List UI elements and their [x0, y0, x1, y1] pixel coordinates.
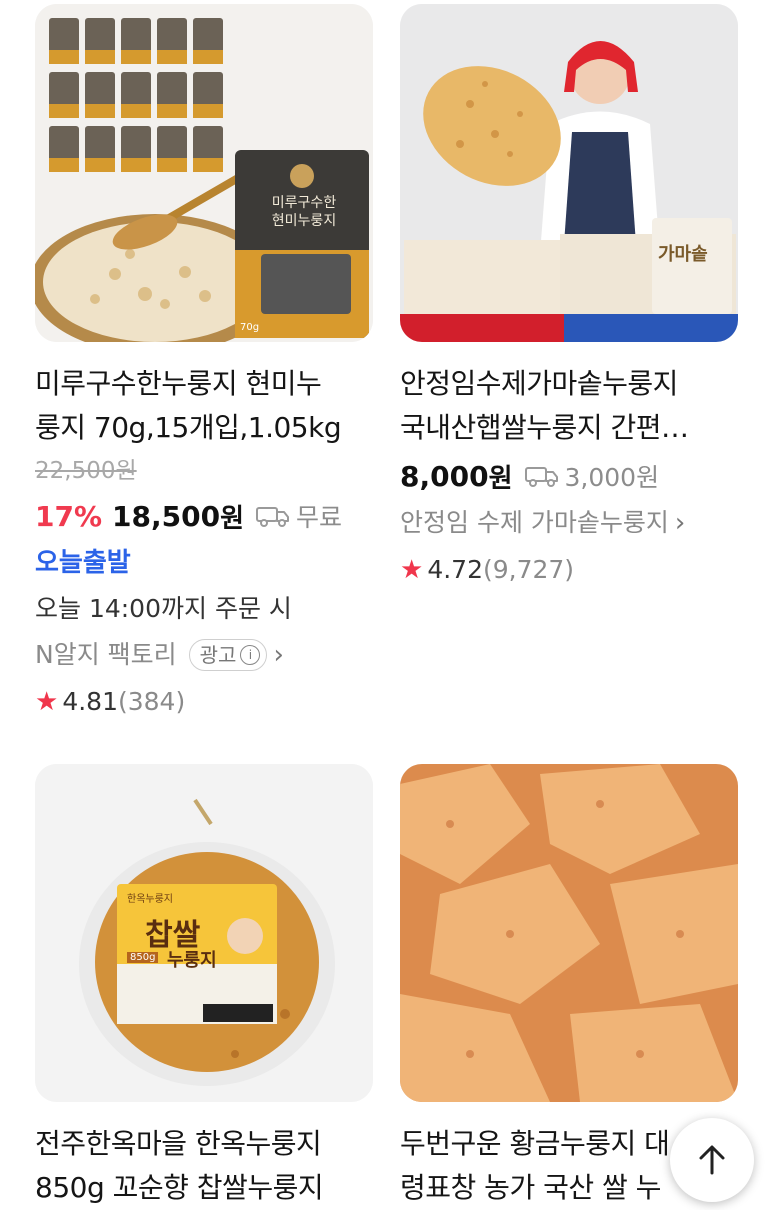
product-card[interactable]: 가마솥 안정임수제가마솥누룽지 국내산햅쌀누룽지 간편… 8,000 원 3,00… [400, 4, 738, 594]
star-icon: ★ [35, 687, 59, 717]
delivery-cutoff: 오늘 14:00까지 주문 시 [35, 594, 292, 623]
seller-name: 안정임 수제 가마솥누룽지 [400, 508, 669, 537]
product-image[interactable]: 한옥누룽지 찹쌀 누룽지 850g [35, 764, 373, 1102]
product-card[interactable]: 한옥누룽지 찹쌀 누룽지 850g 전주한옥마을 한옥누룽지 850g 꼬순향 … [35, 764, 373, 1210]
product-image[interactable]: 미루구수한 현미누룽지 70g [35, 4, 373, 342]
truck-icon [524, 467, 558, 487]
star-icon: ★ [400, 555, 424, 585]
chevron-right-icon: › [273, 640, 284, 670]
seller-link[interactable]: 안정임 수제 가마솥누룽지 › [400, 500, 738, 546]
product-image-art [35, 4, 373, 342]
today-shipping-badge: 오늘출발 [35, 548, 131, 578]
seller-name: N알지 팩토리 [35, 640, 177, 669]
arrow-up-icon [699, 1145, 725, 1175]
rating: ★ 4.81 (384) [35, 678, 373, 726]
product-title-line: 안정임수제가마솥누룽지 [400, 367, 678, 400]
package-weight: 850g [127, 952, 159, 963]
price-row: 8,000 원 3,000원 [400, 452, 738, 500]
product-image-art [35, 764, 373, 1102]
review-count: (384) [117, 687, 186, 716]
seller-link[interactable]: N알지 팩토리 광고 i › [35, 632, 373, 678]
ad-label: 광고 [199, 643, 237, 667]
product-card[interactable]: 미루구수한 현미누룽지 70g 미루구수한누룽지 현미누 룽지 70g,15개입… [35, 4, 373, 726]
product-image-art [400, 4, 738, 342]
product-image-art [400, 764, 738, 1102]
rating-score: 4.72 [427, 555, 483, 584]
chevron-right-icon: › [674, 508, 686, 538]
rating: ★ 4.72 (9,727) [400, 546, 738, 594]
product-title[interactable]: 전주한옥마을 한옥누룽지 850g 꼬순향 찹쌀누룽지 [35, 1122, 373, 1210]
product-title-line: 850g 꼬순향 찹쌀누룽지 [35, 1171, 324, 1204]
package-brand: 한옥누룽지 [127, 894, 173, 905]
currency-label: 원 [220, 503, 245, 534]
shipping-fee: 3,000원 [564, 463, 660, 492]
package-label: 현미누룽지 [271, 213, 337, 229]
product-image[interactable]: 가마솥 [400, 4, 738, 342]
rating-score: 4.81 [62, 687, 118, 716]
shipping-info: 3,000원 [524, 458, 660, 494]
package-label: 누룽지 [167, 950, 217, 971]
original-price: 22,500원 [35, 458, 137, 484]
package-label: 미루구수한 [271, 195, 337, 211]
package-weight: 70g [240, 322, 260, 333]
review-count: (9,727) [482, 555, 575, 584]
discount-rate: 17% [35, 499, 103, 533]
shipping-info: 무료 [256, 498, 342, 534]
product-image[interactable] [400, 764, 738, 1102]
truck-icon [256, 507, 290, 527]
shipping-fee: 무료 [296, 503, 343, 532]
currency-label: 원 [488, 463, 513, 494]
package-label: 가마솥 [658, 244, 708, 265]
ad-badge[interactable]: 광고 i [188, 639, 268, 671]
sale-price: 18,500 [112, 499, 221, 533]
info-icon: i [240, 645, 261, 665]
scroll-top-button[interactable] [670, 1118, 754, 1202]
product-title-line: 국내산햅쌀누룽지 간편… [400, 411, 689, 444]
sale-price: 8,000 [400, 459, 489, 493]
product-title[interactable]: 안정임수제가마솥누룽지 국내산햅쌀누룽지 간편… [400, 362, 738, 450]
product-title[interactable]: 미루구수한누룽지 현미누 룽지 70g,15개입,1.05kg [35, 362, 373, 450]
product-title-line: 미루구수한누룽지 현미누 [35, 367, 322, 400]
product-title-line: 전주한옥마을 한옥누룽지 [35, 1127, 322, 1160]
product-title-line: 룽지 70g,15개입,1.05kg [35, 411, 342, 444]
price-row: 17% 18,500 원 무료 [35, 492, 373, 540]
